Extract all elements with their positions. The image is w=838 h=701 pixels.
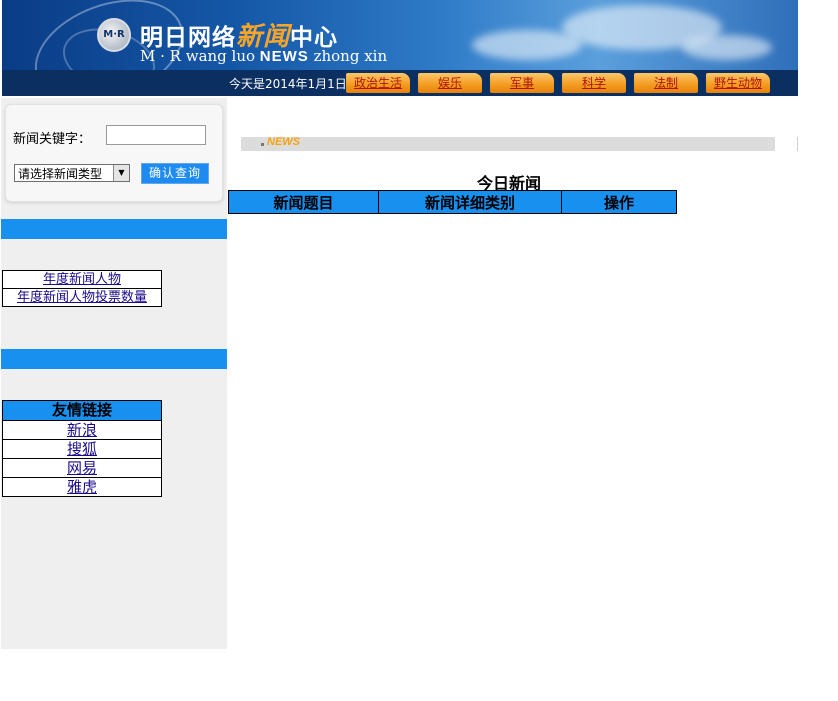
nav-item-wildlife[interactable]: 野生动物: [706, 73, 770, 93]
keyword-input[interactable]: [106, 125, 206, 145]
news-table-header-row: 新闻题目 新闻详细类别 操作: [228, 190, 677, 214]
sidebar-section-bar: [1, 219, 227, 239]
friend-link-netease[interactable]: 网易: [67, 459, 97, 477]
sidebar-section-bar: [1, 349, 227, 369]
annual-person-votes-link[interactable]: 年度新闻人物投票数量: [17, 290, 147, 305]
news-strip: NEWS: [241, 136, 775, 151]
friend-link-cell: 搜狐: [3, 439, 161, 458]
divider: [797, 137, 798, 151]
logo-icon: M·R: [97, 18, 131, 52]
nav-item-military[interactable]: 军事: [490, 73, 554, 93]
bullet-icon: [261, 143, 264, 146]
news-type-select-value: 请选择新闻类型: [18, 167, 103, 181]
nav-item-science[interactable]: 科学: [562, 73, 626, 93]
news-badge: NEWS: [267, 136, 300, 148]
annual-person-link[interactable]: 年度新闻人物: [43, 272, 121, 287]
search-panel: [5, 104, 223, 202]
nav-link-science[interactable]: 科学: [582, 76, 606, 90]
nav-link-politics[interactable]: 政治生活: [354, 76, 402, 90]
column-header-actions: 操作: [561, 190, 677, 214]
friend-links-header: 友情链接: [3, 401, 161, 420]
nav-item-politics[interactable]: 政治生活: [346, 73, 410, 93]
chevron-down-icon[interactable]: ▼: [113, 165, 129, 181]
friend-link-cell: 雅虎: [3, 477, 161, 496]
person-link-cell: 年度新闻人物投票数量: [3, 288, 161, 306]
banner-subtitle-news: NEWS: [259, 48, 309, 65]
date-text: 今天是2014年1月1日: [229, 77, 347, 91]
friend-links-table: 友情链接 新浪 搜狐 网易 雅虎: [2, 400, 162, 497]
column-header-title: 新闻题目: [228, 190, 379, 214]
friend-link-yahoo[interactable]: 雅虎: [67, 478, 97, 496]
person-link-cell: 年度新闻人物: [3, 271, 161, 288]
person-links-table: 年度新闻人物 年度新闻人物投票数量: [2, 270, 162, 307]
banner-subtitle: M · R wang luo NEWS zhong xin: [140, 47, 387, 65]
nav-item-entertainment[interactable]: 娱乐: [418, 73, 482, 93]
banner-subtitle-b: zhong xin: [308, 47, 388, 65]
keyword-label: 新闻关键字：: [13, 132, 92, 147]
banner-cloud: [682, 35, 772, 60]
nav-link-wildlife[interactable]: 野生动物: [714, 76, 762, 90]
nav-link-military[interactable]: 军事: [510, 76, 534, 90]
search-submit-button[interactable]: 确认查询: [141, 163, 209, 184]
nav-link-law[interactable]: 法制: [654, 76, 678, 90]
nav-item-law[interactable]: 法制: [634, 73, 698, 93]
banner-subtitle-a: M · R wang luo: [140, 47, 260, 65]
column-header-category: 新闻详细类别: [378, 190, 562, 214]
nav-link-entertainment[interactable]: 娱乐: [438, 76, 462, 90]
news-type-select[interactable]: 请选择新闻类型 ▼: [14, 164, 130, 182]
friend-link-cell: 网易: [3, 458, 161, 477]
news-table: 新闻题目 新闻详细类别 操作: [228, 190, 677, 214]
friend-link-cell: 新浪: [3, 420, 161, 439]
friend-link-sohu[interactable]: 搜狐: [67, 440, 97, 458]
friend-link-sina[interactable]: 新浪: [67, 421, 97, 439]
banner-cloud: [472, 30, 582, 60]
